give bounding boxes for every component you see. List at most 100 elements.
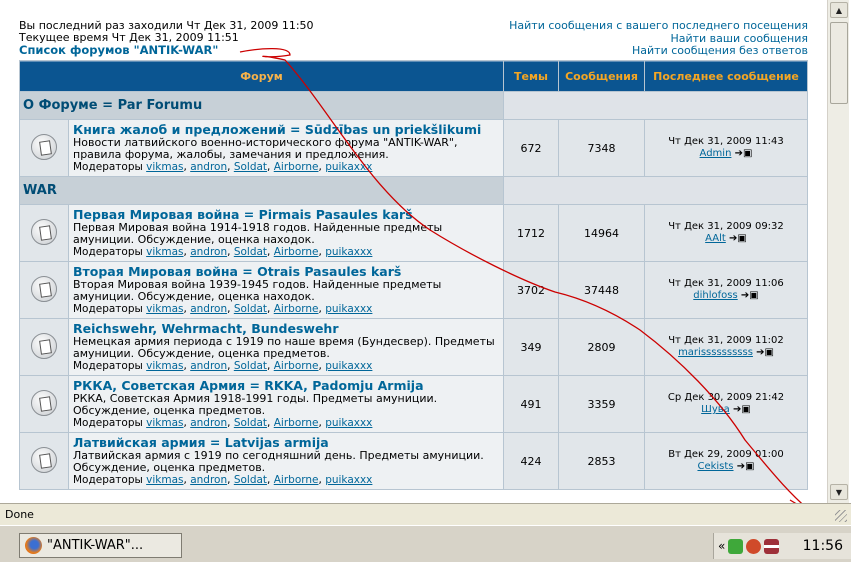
forum-row: Вторая Мировая война = Otrais Pasaules k…: [20, 262, 807, 318]
moderator-link[interactable]: puikaxxx: [325, 360, 372, 372]
forum-title-link[interactable]: РККА, Советская Армия = RKKA, Padomju Ar…: [73, 379, 499, 393]
vertical-scrollbar[interactable]: ▲ ▼: [827, 0, 849, 503]
moderator-link[interactable]: andron: [190, 417, 227, 429]
goto-last-post-icon[interactable]: ➔▣: [729, 233, 747, 245]
last-post-author-link[interactable]: dihlofoss: [693, 290, 737, 301]
moderator-link[interactable]: vikmas: [146, 417, 183, 429]
forum-title-link[interactable]: Первая Мировая война = Pirmais Pasaules …: [73, 208, 499, 222]
last-post-author-line: Cekists ➔▣: [645, 461, 807, 473]
forum-row: Reichswehr, Wehrmacht, Bundeswehr Немецка…: [20, 319, 807, 375]
resize-grip-icon[interactable]: [835, 510, 847, 522]
forum-read-icon: [31, 275, 57, 302]
scroll-up-button[interactable]: ▲: [830, 2, 848, 18]
category-row: O Форуме = Par Forumu: [20, 92, 807, 119]
last-post-author-link[interactable]: Шува: [701, 404, 730, 415]
moderator-link[interactable]: Soldat: [234, 417, 267, 429]
moderator-link[interactable]: Soldat: [234, 303, 267, 315]
forum-moderators: Модераторы vikmas, andron, Soldat, Airbo…: [73, 360, 373, 372]
moderator-link[interactable]: Airborne: [274, 474, 319, 486]
last-post-author-link[interactable]: Cekists: [697, 461, 733, 472]
moderator-link[interactable]: andron: [190, 474, 227, 486]
last-post-date: Чт Дек 31, 2009 11:06: [668, 278, 784, 289]
topics-count: 424: [504, 433, 558, 489]
last-post-cell: Чт Дек 31, 2009 11:43 Admin ➔▣: [645, 120, 807, 176]
moderator-link[interactable]: vikmas: [146, 161, 183, 173]
forum-title-link[interactable]: Книга жалоб и предложений = Sūdzības un …: [73, 123, 499, 137]
moderator-link[interactable]: andron: [190, 246, 227, 258]
forum-moderators: Модераторы vikmas, andron, Soldat, Airbo…: [73, 303, 373, 315]
forum-description: Немецкая армия периода с 1919 по наше вр…: [73, 335, 495, 360]
moderator-link[interactable]: puikaxxx: [325, 474, 372, 486]
moderator-link[interactable]: vikmas: [146, 303, 183, 315]
moderators-label: Модераторы: [73, 161, 143, 173]
moderator-link[interactable]: vikmas: [146, 360, 183, 372]
posts-count: 14964: [559, 205, 644, 261]
last-post-author-link[interactable]: Admin: [700, 148, 732, 159]
forum-title-link[interactable]: Вторая Мировая война = Otrais Pasaules k…: [73, 265, 499, 279]
forum-status-cell: [20, 376, 68, 432]
taskbar-window-button[interactable]: "ANTIK-WAR"...: [19, 533, 182, 558]
moderator-link[interactable]: Airborne: [274, 360, 319, 372]
last-post-date: Чт Дек 31, 2009 09:32: [668, 221, 784, 232]
forum-row: РККА, Советская Армия = RKKA, Padomju Ar…: [20, 376, 807, 432]
system-tray: « 11:56: [713, 533, 851, 559]
scroll-thumb[interactable]: [830, 22, 848, 104]
category-filler: [504, 177, 807, 204]
goto-last-post-icon[interactable]: ➔▣: [756, 347, 774, 359]
language-flag-icon[interactable]: [764, 538, 780, 554]
moderator-link[interactable]: andron: [190, 161, 227, 173]
header-topics: Темы: [504, 61, 558, 91]
goto-last-post-icon[interactable]: ➔▣: [741, 290, 759, 302]
moderator-link[interactable]: Airborne: [274, 161, 319, 173]
goto-last-post-icon[interactable]: ➔▣: [735, 148, 753, 160]
network-icon[interactable]: [728, 538, 744, 554]
last-post-author-line: AAlt ➔▣: [645, 233, 807, 245]
topics-count: 349: [504, 319, 558, 375]
last-post-cell: Чт Дек 31, 2009 11:06 dihlofoss ➔▣: [645, 262, 807, 318]
browser-viewport: Вы последний раз заходили Чт Дек 31, 200…: [0, 0, 825, 503]
unanswered-posts-link[interactable]: Найти сообщения без ответов: [509, 44, 808, 58]
moderator-link[interactable]: Soldat: [234, 161, 267, 173]
category-title[interactable]: WAR: [20, 177, 503, 204]
forum-moderators: Модераторы vikmas, andron, Soldat, Airbo…: [73, 246, 373, 258]
moderator-link[interactable]: Airborne: [274, 246, 319, 258]
last-post-author-link[interactable]: AAlt: [705, 233, 726, 244]
category-row: WAR: [20, 177, 807, 204]
moderator-link[interactable]: Soldat: [234, 474, 267, 486]
category-title[interactable]: O Форуме = Par Forumu: [20, 92, 503, 119]
moderator-link[interactable]: vikmas: [146, 474, 183, 486]
posts-count: 37448: [559, 262, 644, 318]
new-posts-link[interactable]: Найти сообщения с вашего последнего посе…: [509, 19, 808, 33]
last-post-cell: Чт Дек 31, 2009 11:02 marissssssssss ➔▣: [645, 319, 807, 375]
moderator-link[interactable]: Soldat: [234, 246, 267, 258]
topics-count: 3702: [504, 262, 558, 318]
moderator-link[interactable]: puikaxxx: [325, 417, 372, 429]
last-post-author-link[interactable]: marissssssssss: [678, 347, 753, 358]
clock: 11:56: [802, 538, 843, 554]
forum-read-icon: [31, 389, 57, 416]
moderator-link[interactable]: puikaxxx: [325, 161, 372, 173]
forum-info-cell: Reichswehr, Wehrmacht, Bundeswehr Немецка…: [69, 319, 503, 375]
moderator-link[interactable]: puikaxxx: [325, 246, 372, 258]
last-post-cell: Чт Дек 31, 2009 09:32 AAlt ➔▣: [645, 205, 807, 261]
moderator-link[interactable]: vikmas: [146, 246, 183, 258]
forum-list-link[interactable]: Список форумов "ANTIK-WAR": [19, 43, 218, 57]
goto-last-post-icon[interactable]: ➔▣: [733, 404, 751, 416]
moderator-link[interactable]: Airborne: [274, 417, 319, 429]
moderator-link[interactable]: Soldat: [234, 360, 267, 372]
goto-last-post-icon[interactable]: ➔▣: [737, 461, 755, 473]
status-text: Done: [5, 508, 34, 521]
moderator-link[interactable]: andron: [190, 360, 227, 372]
moderators-label: Модераторы: [73, 417, 143, 429]
moderator-link[interactable]: Airborne: [274, 303, 319, 315]
header-last-post: Последнее сообщение: [645, 61, 807, 91]
forum-status-cell: [20, 205, 68, 261]
forum-title-link[interactable]: Латвийская армия = Latvijas armija: [73, 436, 499, 450]
antivirus-icon[interactable]: [746, 538, 762, 554]
forum-title-link[interactable]: Reichswehr, Wehrmacht, Bundeswehr: [73, 322, 499, 336]
scroll-down-button[interactable]: ▼: [830, 484, 848, 500]
moderator-link[interactable]: andron: [190, 303, 227, 315]
tray-expand-icon[interactable]: «: [718, 539, 725, 553]
moderator-link[interactable]: puikaxxx: [325, 303, 372, 315]
forum-description: Первая Мировая война 1914-1918 годов. На…: [73, 221, 443, 246]
